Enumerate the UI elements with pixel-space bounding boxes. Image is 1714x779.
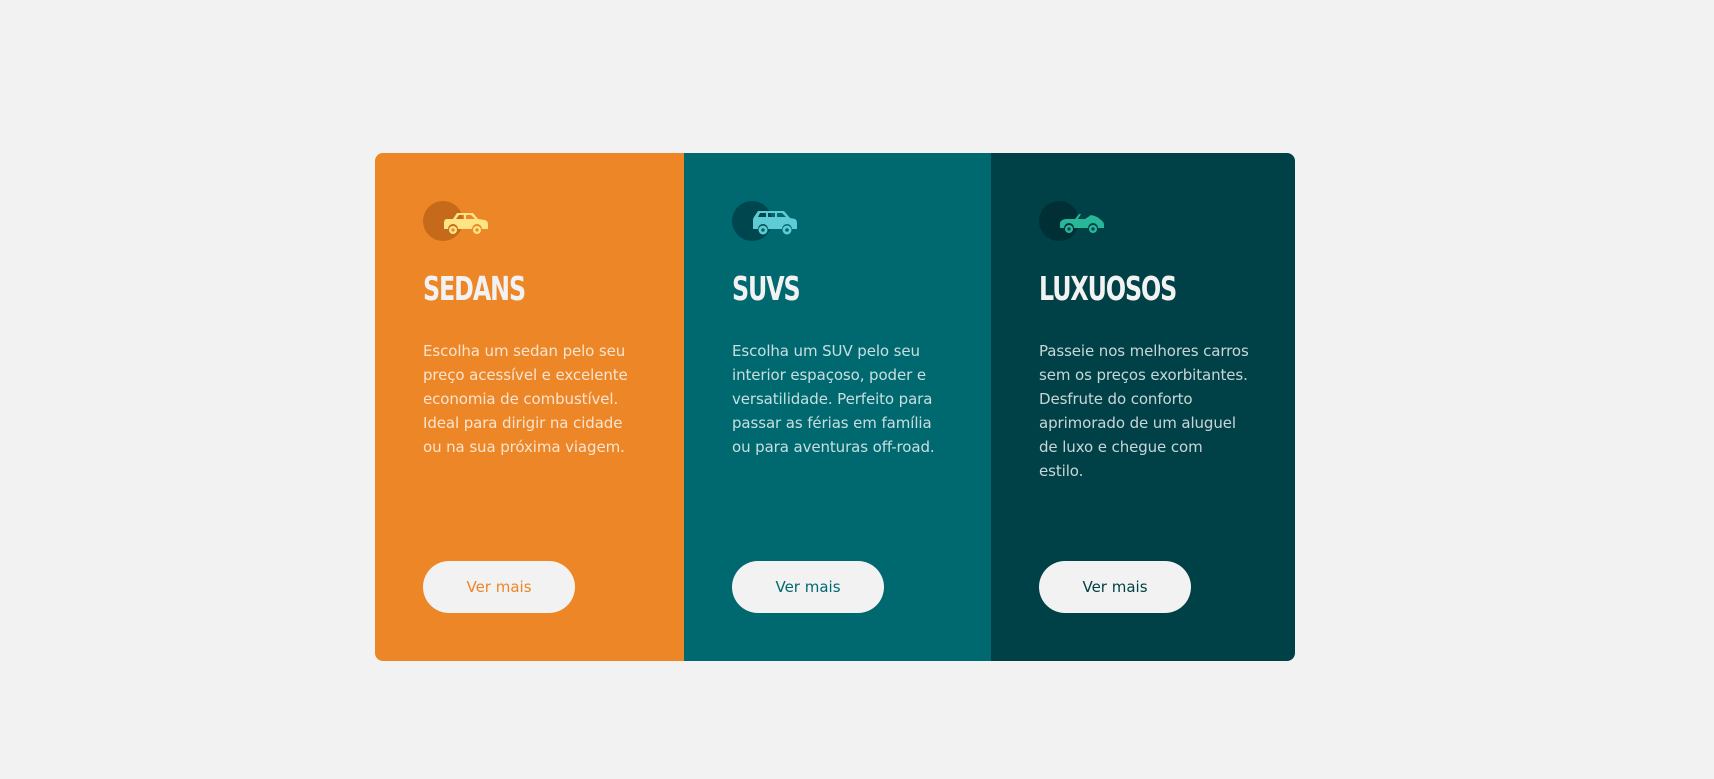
card-title: LUXUOSOS <box>1039 269 1177 308</box>
card-suvs: SUVS Escolha um SUV pelo seu interior es… <box>684 153 991 661</box>
suv-car-icon <box>732 201 797 241</box>
card-title: SUVS <box>732 269 801 308</box>
ver-mais-button[interactable]: Ver mais <box>423 561 575 613</box>
card-title: SEDANS <box>423 269 526 308</box>
card-description: Escolha um SUV pelo seu interior espaços… <box>732 342 935 456</box>
ver-mais-button[interactable]: Ver mais <box>732 561 884 613</box>
card-description: Passeie nos melhores carros sem os preço… <box>1039 342 1249 480</box>
card-description: Escolha um sedan pelo seu preço acessíve… <box>423 342 628 456</box>
ver-mais-button[interactable]: Ver mais <box>1039 561 1191 613</box>
sedan-car-icon <box>423 201 488 241</box>
card-sedans: SEDANS Escolha um sedan pelo seu preço a… <box>375 153 684 661</box>
card-luxuosos: LUXUOSOS Passeie nos melhores carros sem… <box>991 153 1295 661</box>
car-category-cards: SEDANS Escolha um sedan pelo seu preço a… <box>375 153 1295 661</box>
luxury-car-icon <box>1039 201 1104 241</box>
